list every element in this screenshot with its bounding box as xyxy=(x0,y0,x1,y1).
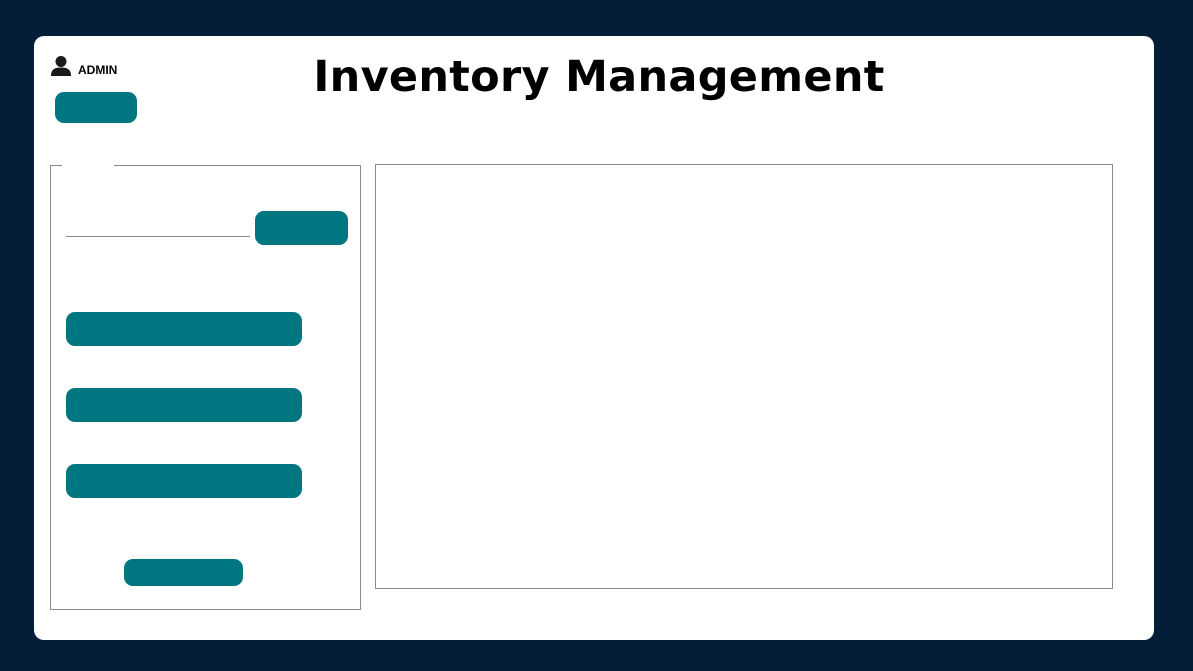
main-content-panel xyxy=(375,164,1113,589)
search-input[interactable] xyxy=(66,222,250,237)
sidebar-bottom-button[interactable] xyxy=(124,559,243,586)
sidebar-action-button-2[interactable] xyxy=(66,388,302,422)
sidebar-action-button-3[interactable] xyxy=(66,464,302,498)
sidebar-action-button-1[interactable] xyxy=(66,312,302,346)
search-button[interactable] xyxy=(255,211,348,245)
panel-legend xyxy=(62,164,114,168)
page-title: Inventory Management xyxy=(313,52,885,102)
main-card: ADMIN Inventory Management xyxy=(34,36,1154,640)
sidebar-panel xyxy=(50,164,361,610)
